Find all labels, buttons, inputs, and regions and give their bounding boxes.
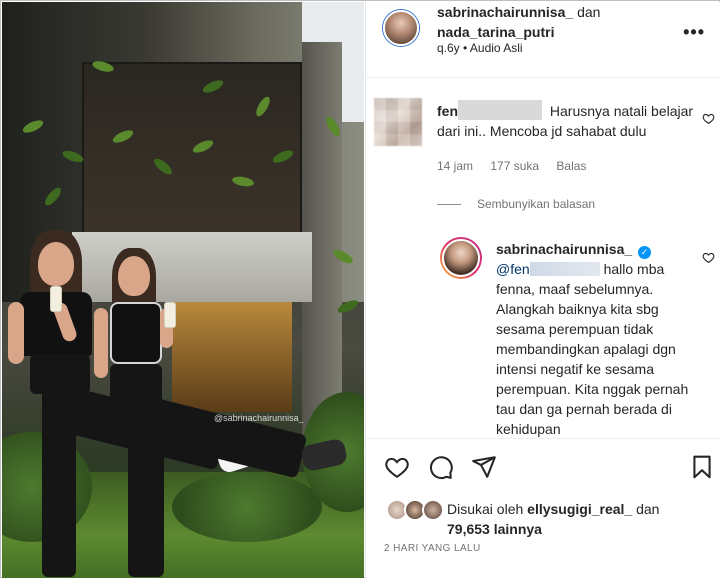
liked-by-prefix: Disukai oleh [447, 501, 524, 517]
comment-time: 14 jam [437, 159, 474, 173]
instagram-post-window: @sabrinachairunnisa_ sabrinachairunnisa_… [0, 0, 720, 578]
photo-interior [172, 302, 292, 412]
commenter-avatar-blurred[interactable] [374, 98, 422, 146]
share-icon[interactable] [471, 454, 497, 480]
post-actions-bar [366, 438, 720, 494]
liked-by-text: Disukai oleh ellysugigi_real_ dan 79,653… [447, 499, 717, 539]
post-details-panel: sabrinachairunnisa_ dan nada_tarina_putr… [365, 2, 720, 578]
redacted-mention-block [529, 262, 600, 276]
audio-label[interactable]: q.6y • Audio Asli [437, 41, 523, 55]
like-count-others[interactable]: lainnya [494, 521, 542, 537]
post-date[interactable]: 2 HARI YANG LALU [384, 543, 481, 554]
reply-like-heart-icon[interactable] [702, 251, 715, 264]
post-photo[interactable]: @sabrinachairunnisa_ [2, 2, 364, 578]
reply-username[interactable]: sabrinachairunnisa_ [496, 241, 632, 257]
comment-icon[interactable] [428, 454, 454, 480]
reply-avatar[interactable] [440, 237, 482, 279]
photo-bush [172, 472, 322, 542]
photo-balcony [72, 232, 312, 302]
author-conjunction: dan [577, 4, 601, 20]
comment-username[interactable]: fen [437, 103, 458, 119]
comment: fen Harusnya natali belajar dari ini.. M… [437, 100, 702, 141]
hide-replies-button[interactable]: Sembunyikan balasan [437, 197, 595, 211]
reply-mention[interactable]: @fen [496, 261, 530, 277]
comments-section: fen Harusnya natali belajar dari ini.. M… [366, 79, 720, 437]
heart-icon[interactable] [384, 454, 410, 480]
reply: sabrinachairunnisa_ ✓ @fen hallo mba fen… [496, 239, 704, 437]
like-count[interactable]: 79,653 [447, 521, 490, 537]
verified-badge-icon: ✓ [638, 246, 652, 259]
liked-by-username[interactable]: ellysugigi_real_ [527, 501, 632, 517]
bookmark-icon[interactable] [689, 454, 715, 480]
comment-reply-button[interactable]: Balas [556, 159, 586, 173]
photo-product-bottle [50, 286, 62, 312]
comment-like-count[interactable]: 177 suka [490, 159, 539, 173]
comment-like-heart-icon[interactable] [702, 112, 715, 125]
author-names: sabrinachairunnisa_ dan nada_tarina_putr… [437, 2, 600, 42]
post-header: sabrinachairunnisa_ dan nada_tarina_putr… [366, 2, 720, 78]
liker-avatar[interactable] [422, 499, 444, 521]
liked-by-suffix: dan [636, 501, 660, 517]
redacted-username-block [458, 100, 542, 120]
collaborator-username[interactable]: nada_tarina_putri [437, 24, 554, 40]
comment-meta: 14 jam 177 suka Balas [437, 159, 600, 173]
likes-section: Disukai oleh ellysugigi_real_ dan 79,653… [366, 494, 720, 538]
author-avatar[interactable] [383, 10, 419, 46]
more-options-button[interactable]: ••• [683, 22, 705, 43]
photo-product-bottle [164, 302, 176, 328]
author-username[interactable]: sabrinachairunnisa_ [437, 4, 573, 20]
photo-watermark: @sabrinachairunnisa_ [214, 413, 304, 423]
reply-text: hallo mba fenna, maaf sebelumnya. Alangk… [496, 261, 689, 437]
